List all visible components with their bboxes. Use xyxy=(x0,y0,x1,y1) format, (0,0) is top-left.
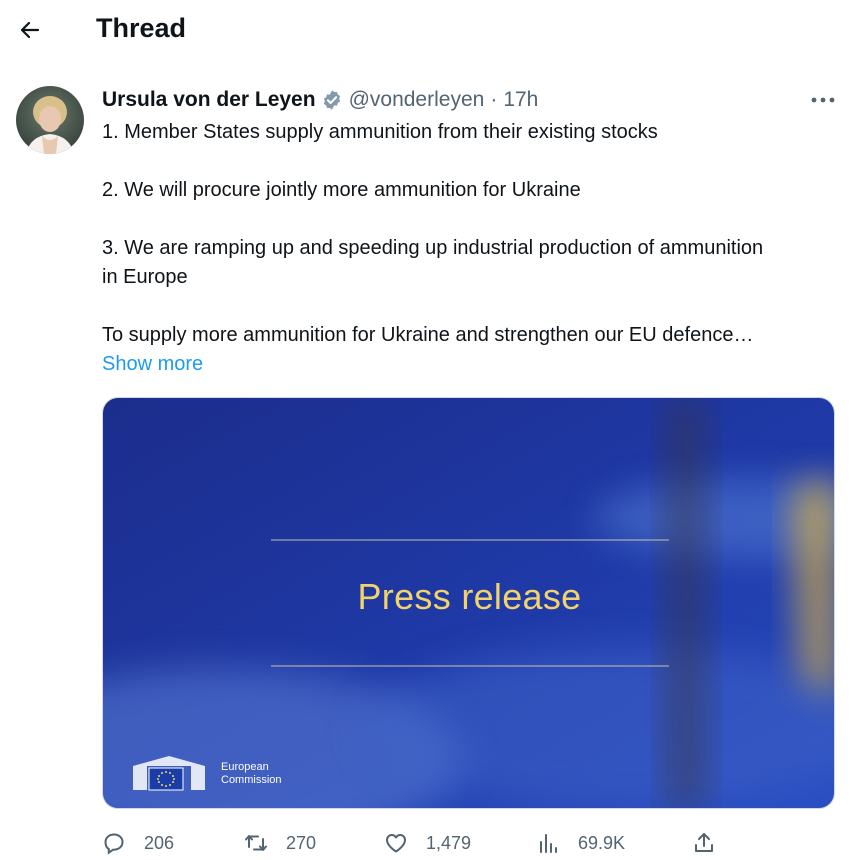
retweet-icon xyxy=(245,835,267,851)
tweet-line: 2. We will procure jointly more ammuniti… xyxy=(102,179,581,201)
separator-dot: · xyxy=(490,88,498,111)
share-button[interactable] xyxy=(692,826,716,860)
tweet-timestamp[interactable]: 17h xyxy=(503,88,538,112)
heart-icon xyxy=(386,834,406,853)
european-commission-logo: European Commission xyxy=(129,754,282,794)
tweet-actions: 206 270 1,479 69.9K xyxy=(102,826,722,860)
author-name[interactable]: Ursula von der Leyen xyxy=(102,88,316,112)
tweet-text: 1. Member States supply ammunition from … xyxy=(102,118,782,379)
tweet-line: 3. We are ramping up and speeding up ind… xyxy=(102,237,764,288)
views-chart-icon xyxy=(540,834,557,853)
reply-count: 206 xyxy=(144,832,175,853)
show-more-link[interactable]: Show more xyxy=(102,353,203,375)
thread-header: Thread xyxy=(0,0,854,58)
page-title: Thread xyxy=(96,13,187,43)
avatar[interactable] xyxy=(16,86,84,154)
tweet-line-last: To supply more ammunition for Ukraine an… xyxy=(102,321,782,379)
back-button[interactable] xyxy=(10,10,50,50)
ec-logo-text: European Commission xyxy=(221,761,282,787)
more-horizontal-icon xyxy=(811,97,835,103)
retweet-count: 270 xyxy=(286,832,317,853)
tweet-line: 1. Member States supply ammunition from … xyxy=(102,121,658,143)
views-count: 69.9K xyxy=(578,832,626,853)
arrow-left-icon xyxy=(20,21,40,39)
like-count: 1,479 xyxy=(426,832,472,853)
author-handle[interactable]: @vonderleyen xyxy=(349,88,485,112)
ec-logo-line: Commission xyxy=(221,774,282,786)
share-icon xyxy=(695,833,713,852)
more-options-button[interactable] xyxy=(806,86,840,114)
verified-badge-icon xyxy=(323,90,340,110)
eu-flag-icon xyxy=(133,756,205,791)
tweet-author-row: Ursula von der Leyen @vonderleyen · 17h xyxy=(102,86,538,114)
ec-logo-line: European xyxy=(221,761,269,773)
like-button[interactable]: 1,479 xyxy=(384,826,471,860)
retweet-button[interactable]: 270 xyxy=(244,826,316,860)
tweet-line: To supply more ammunition for Ukraine an… xyxy=(102,324,754,346)
reply-icon xyxy=(104,833,124,855)
press-release-title: Press release xyxy=(357,576,582,617)
media-image[interactable]: Press release European Commission xyxy=(102,397,835,809)
views-button[interactable]: 69.9K xyxy=(536,826,625,860)
reply-button[interactable]: 206 xyxy=(102,826,174,860)
